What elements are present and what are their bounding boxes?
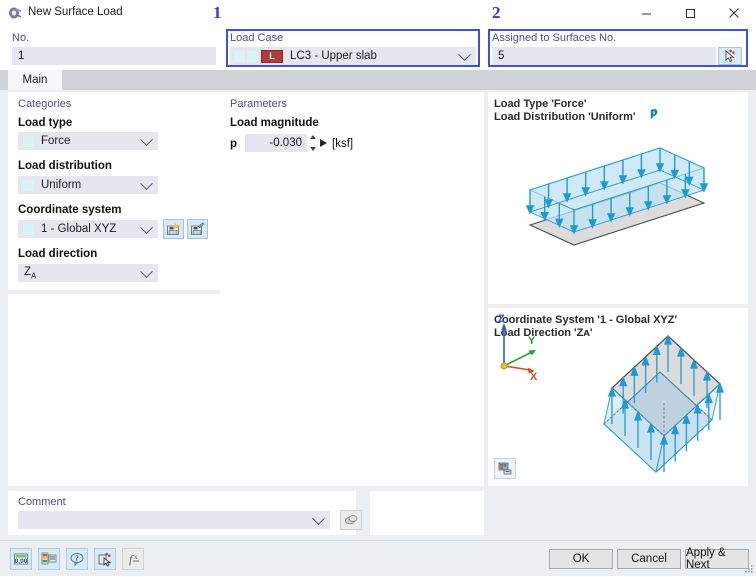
categories-title: Categories xyxy=(18,98,72,110)
load-case-label: Load Case xyxy=(230,32,284,44)
load-type-swatch xyxy=(23,135,34,147)
dialog-body: Categories Load type Force Load distribu… xyxy=(0,90,756,488)
callout-1: 1 xyxy=(213,3,222,22)
stepper-updown-icon[interactable] xyxy=(309,135,317,151)
load-direction-value-wrap: ZA xyxy=(24,266,36,280)
uniform-load-diagram: p xyxy=(525,107,709,246)
render-settings-icon[interactable] xyxy=(494,458,516,479)
select-surfaces-cursor-icon[interactable] xyxy=(718,47,742,65)
preview-top-panel: Load Type 'Force' Load Distribution 'Uni… xyxy=(488,92,748,304)
new-surface-load-dialog: New Surface Load 1 2 No. 1 Load Case L L… xyxy=(0,0,756,576)
svg-text:X: X xyxy=(530,371,538,383)
coordinate-system-select[interactable]: 1 - Global XYZ xyxy=(18,220,158,238)
svg-text:0,00: 0,00 xyxy=(15,558,28,565)
header-band: No. 1 Load Case L LC3 - Upper slab Assig… xyxy=(0,26,756,70)
parameters-title: Parameters xyxy=(230,98,287,110)
colors-legend-icon[interactable] xyxy=(38,548,60,570)
svg-text:x: x xyxy=(134,553,138,561)
svg-text:Z: Z xyxy=(498,313,505,325)
magnitude-symbol: p xyxy=(230,138,238,150)
chevron-down-icon xyxy=(312,512,325,526)
number-label: No. xyxy=(12,32,30,44)
magnitude-unit: [ksf] xyxy=(332,138,354,150)
load-type-value: Force xyxy=(41,135,71,147)
load-direction-subscript: A xyxy=(31,271,37,281)
load-distribution-label: Load distribution xyxy=(18,160,112,172)
number-field-group: No. 1 xyxy=(8,29,220,67)
comment-band: Comment xyxy=(0,488,756,540)
comment-library-icon[interactable] xyxy=(340,510,362,530)
coordinate-system-swatch xyxy=(23,223,34,235)
load-direction-label: Load direction xyxy=(18,248,98,260)
ok-button[interactable]: OK xyxy=(549,549,613,569)
comment-panel: Comment xyxy=(8,491,362,535)
apply-next-button[interactable]: Apply & Next xyxy=(685,547,749,571)
callout-2: 2 xyxy=(492,3,501,22)
load-type-label: Load type xyxy=(18,117,73,129)
load-case-badge: L xyxy=(261,49,283,63)
load-direction-value: Z xyxy=(24,265,32,278)
svg-text:?: ? xyxy=(75,554,79,563)
title-bar: New Surface Load xyxy=(0,0,756,26)
chevron-down-icon xyxy=(140,133,153,147)
load-distribution-value: Uniform xyxy=(41,179,82,191)
formula-icon[interactable]: f x xyxy=(122,548,144,570)
comment-label: Comment xyxy=(18,496,66,508)
select-object-icon[interactable] xyxy=(94,548,116,570)
load-case-swatch-2 xyxy=(247,50,258,62)
edit-coordinate-system-icon[interactable] xyxy=(187,219,208,239)
load-direction-select[interactable]: ZA xyxy=(18,264,158,282)
maximize-button[interactable] xyxy=(668,0,712,26)
number-input[interactable]: 1 xyxy=(12,47,216,65)
load-magnitude-input[interactable]: -0.030 xyxy=(245,134,307,152)
preview-bottom-panel: Coordinate System '1 - Global XYZ' Load … xyxy=(488,308,748,486)
assigned-surfaces-input[interactable]: 5 xyxy=(492,47,716,65)
coordinate-system-label: Coordinate system xyxy=(18,204,122,216)
minimize-button[interactable] xyxy=(624,0,668,26)
coordinate-system-value: 1 - Global XYZ xyxy=(41,223,117,235)
chevron-down-icon xyxy=(140,221,153,235)
tab-strip: Main xyxy=(0,70,756,90)
categories-extra-panel xyxy=(8,294,220,486)
numeric-display-icon[interactable]: 0,00 xyxy=(10,548,32,570)
svg-text:Y: Y xyxy=(528,335,536,347)
comment-side-panel xyxy=(370,491,484,535)
chevron-down-icon xyxy=(140,265,153,279)
cancel-button[interactable]: Cancel xyxy=(617,549,681,569)
tab-main[interactable]: Main xyxy=(8,70,62,90)
surface-load-icon xyxy=(8,6,22,20)
load-case-swatch-1 xyxy=(234,50,245,62)
close-button[interactable] xyxy=(712,0,756,26)
load-case-field-group: Load Case L LC3 - Upper slab xyxy=(226,29,480,67)
comment-input[interactable] xyxy=(18,511,330,529)
load-direction-diagram: Z Y X xyxy=(498,313,725,474)
parameters-panel: Parameters Load magnitude p -0.030 [ksf] xyxy=(220,92,484,486)
load-magnitude-label: Load magnitude xyxy=(230,117,319,129)
categories-panel: Categories Load type Force Load distribu… xyxy=(8,92,220,290)
load-distribution-select[interactable]: Uniform xyxy=(18,176,158,194)
window-title: New Surface Load xyxy=(28,6,123,18)
load-distribution-swatch xyxy=(23,179,34,191)
new-coordinate-system-icon[interactable] xyxy=(163,219,184,239)
dialog-footer: 0,00 ? f x OK Cancel Apply & Next xyxy=(0,540,756,576)
chevron-down-icon xyxy=(140,177,153,191)
resize-handle[interactable] xyxy=(744,564,754,574)
load-case-select[interactable]: L LC3 - Upper slab xyxy=(230,47,476,65)
assigned-surfaces-label: Assigned to Surfaces No. xyxy=(492,32,617,44)
assigned-surfaces-field-group: Assigned to Surfaces No. 5 xyxy=(488,29,748,67)
chevron-down-icon xyxy=(458,48,471,62)
preview-load-symbol: p xyxy=(651,106,658,118)
load-type-select[interactable]: Force xyxy=(18,132,158,150)
info-bubble-icon[interactable]: ? xyxy=(66,548,88,570)
load-case-value: LC3 - Upper slab xyxy=(290,50,377,62)
apply-arrow-icon[interactable] xyxy=(320,139,327,147)
